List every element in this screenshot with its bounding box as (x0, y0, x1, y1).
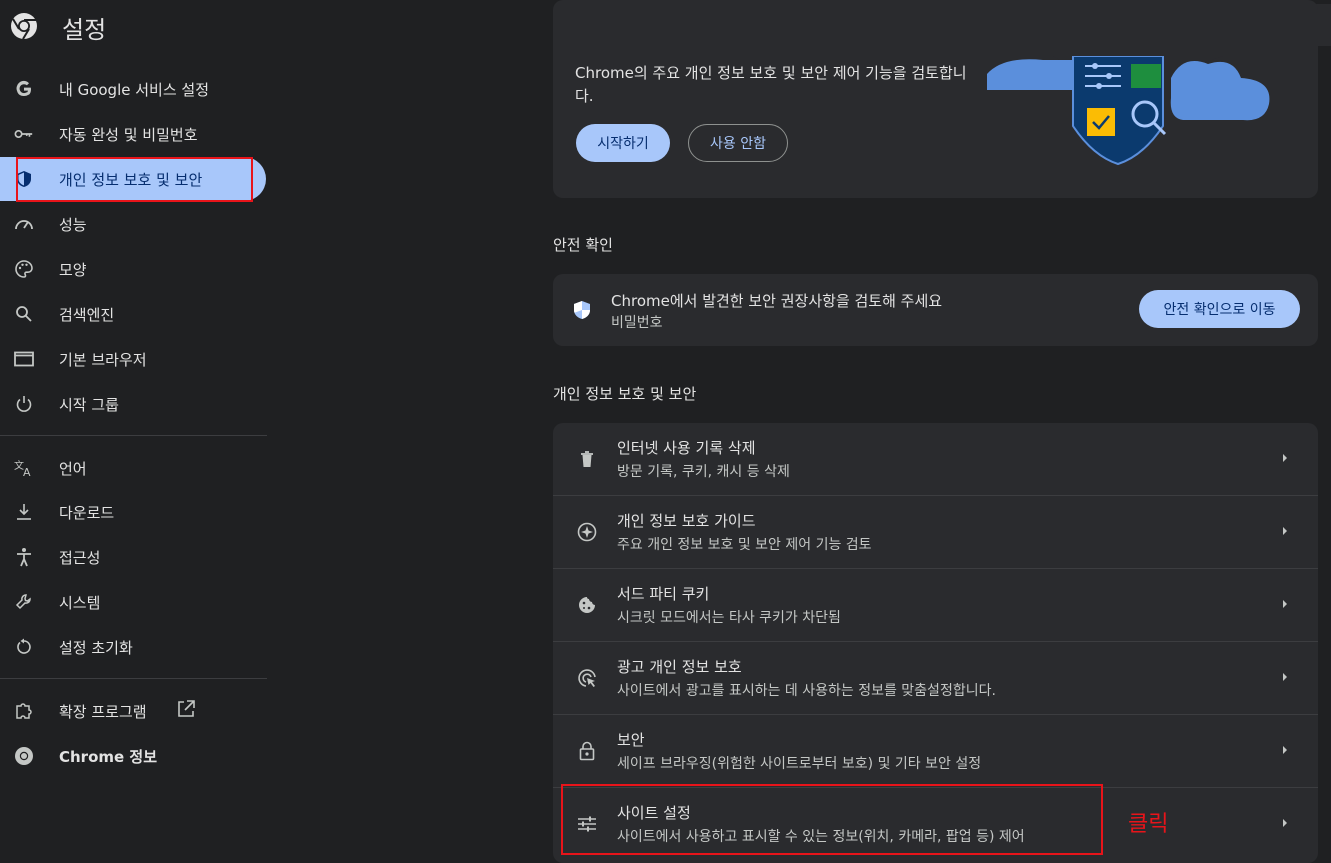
sidebar-item-autofill[interactable]: 자동 완성 및 비밀번호 (0, 112, 266, 156)
sliders-icon (577, 814, 597, 834)
safety-check-card: Chrome에서 발견한 보안 권장사항을 검토해 주세요 비밀번호 안전 확인… (553, 274, 1318, 346)
palette-icon (14, 259, 34, 279)
open-in-new-icon (176, 699, 196, 723)
cookie-icon (577, 595, 597, 615)
dismiss-button[interactable]: 사용 안함 (688, 124, 788, 162)
puzzle-icon (14, 701, 34, 721)
shield-check-icon (574, 301, 590, 319)
wrench-icon (14, 592, 34, 612)
sidebar-item-on-startup[interactable]: 시작 그룹 (0, 382, 266, 426)
shield-icon (14, 169, 34, 189)
sidebar-item-label: 확장 프로그램 (59, 702, 147, 721)
promo-text: Chrome의 주요 개인 정보 보호 및 보안 제어 기능을 검토합니다. (575, 64, 967, 105)
sidebar-item-google-services[interactable]: 내 Google 서비스 설정 (0, 67, 266, 111)
chrome-logo-icon (11, 13, 37, 40)
chevron-right-icon (1283, 746, 1287, 754)
row-subtitle: 방문 기록, 쿠키, 캐시 등 삭제 (617, 464, 790, 480)
chevron-right-icon (1283, 600, 1287, 608)
row-subtitle: 세이프 브라우징(위험한 사이트로부터 보호) 및 기타 보안 설정 (617, 756, 982, 772)
sidebar-item-label: 시작 그룹 (59, 395, 119, 414)
page-title: 설정 (62, 16, 107, 44)
row-subtitle: 사이트에서 광고를 표시하는 데 사용하는 정보를 맞춤설정합니다. (617, 683, 996, 699)
row-security[interactable]: 보안 세이프 브라우징(위험한 사이트로부터 보호) 및 기타 보안 설정 (553, 714, 1318, 786)
sidebar-divider (0, 678, 267, 679)
chevron-right-icon (1283, 673, 1287, 681)
safety-check-subtitle: 비밀번호 (611, 315, 663, 331)
sidebar-item-label: 다운로드 (59, 503, 115, 522)
reset-icon (14, 637, 34, 657)
sidebar-item-label: 성능 (59, 215, 87, 234)
sidebar-item-label: 자동 완성 및 비밀번호 (59, 125, 198, 144)
chrome-icon (14, 746, 34, 766)
lock-icon (577, 741, 597, 761)
row-ad-privacy[interactable]: 광고 개인 정보 보호 사이트에서 광고를 표시하는 데 사용하는 정보를 맞춤… (553, 641, 1318, 713)
row-clear-browsing-data[interactable]: 인터넷 사용 기록 삭제 방문 기록, 쿠키, 캐시 등 삭제 (553, 423, 1318, 495)
privacy-section-title: 개인 정보 보호 및 보안 (553, 385, 697, 403)
sidebar-item-label: 시스템 (59, 593, 101, 612)
row-title: 사이트 설정 (617, 804, 691, 822)
sidebar-item-label: 기본 브라우저 (59, 350, 147, 369)
accessibility-icon (14, 547, 34, 567)
privacy-illustration (983, 56, 1283, 176)
sidebar-item-privacy[interactable]: 개인 정보 보호 및 보안 (0, 157, 266, 201)
go-to-safety-check-button[interactable]: 안전 확인으로 이동 (1139, 290, 1300, 328)
sidebar-item-reset-settings[interactable]: 설정 초기화 (0, 625, 266, 669)
sidebar-item-default-browser[interactable]: 기본 브라우저 (0, 337, 266, 381)
translate-icon: 文A (14, 458, 34, 478)
chevron-right-icon (1283, 819, 1287, 827)
power-icon (14, 394, 34, 414)
chevron-right-icon (1283, 454, 1287, 462)
sidebar-item-label: 언어 (59, 459, 87, 478)
row-subtitle: 사이트에서 사용하고 표시할 수 있는 정보(위치, 카메라, 팝업 등) 제어 (617, 829, 1025, 845)
sidebar-item-label: 내 Google 서비스 설정 (59, 80, 210, 99)
sidebar: 내 Google 서비스 설정 자동 완성 및 비밀번호 개인 정보 보호 및 … (0, 56, 268, 856)
row-title: 서드 파티 쿠키 (617, 585, 710, 603)
annotation-click-label: 클릭 (1128, 812, 1169, 837)
download-icon (14, 502, 34, 522)
sidebar-item-label: 검색엔진 (59, 305, 115, 324)
sidebar-item-label: 개인 정보 보호 및 보안 (59, 170, 203, 189)
sidebar-item-label: 접근성 (59, 548, 101, 567)
row-privacy-guide[interactable]: 개인 정보 보호 가이드 주요 개인 정보 보호 및 보안 제어 기능 검토 (553, 495, 1318, 567)
browser-window-icon (14, 349, 34, 369)
key-icon (14, 124, 34, 144)
sidebar-item-system[interactable]: 시스템 (0, 580, 266, 624)
sidebar-item-label: 설정 초기화 (59, 638, 133, 657)
svg-text:A: A (23, 466, 31, 477)
sidebar-divider (0, 435, 267, 436)
sidebar-item-languages[interactable]: 文A 언어 (0, 446, 266, 490)
sidebar-item-label: Chrome 정보 (59, 747, 158, 766)
trash-icon (577, 449, 597, 469)
safety-check-section-title: 안전 확인 (553, 236, 613, 254)
sidebar-item-label: 모양 (59, 260, 87, 279)
privacy-guide-promo-card: Chrome의 주요 개인 정보 보호 및 보안 제어 기능을 검토합니다. 시… (553, 0, 1318, 198)
ad-privacy-icon (577, 668, 597, 688)
row-title: 개인 정보 보호 가이드 (617, 512, 756, 530)
speedometer-icon (14, 214, 34, 234)
sidebar-item-appearance[interactable]: 모양 (0, 247, 266, 291)
privacy-settings-card: 인터넷 사용 기록 삭제 방문 기록, 쿠키, 캐시 등 삭제 개인 정보 보호… (553, 423, 1318, 863)
sidebar-item-extensions[interactable]: 확장 프로그램 (0, 689, 266, 733)
search-icon (14, 304, 34, 324)
row-title: 보안 (617, 731, 645, 749)
row-site-settings[interactable]: 사이트 설정 사이트에서 사용하고 표시할 수 있는 정보(위치, 카메라, 팝… (553, 787, 1318, 859)
sidebar-item-downloads[interactable]: 다운로드 (0, 490, 266, 534)
sidebar-item-performance[interactable]: 성능 (0, 202, 266, 246)
start-button[interactable]: 시작하기 (576, 124, 670, 162)
row-title: 인터넷 사용 기록 삭제 (617, 439, 756, 457)
row-third-party-cookies[interactable]: 서드 파티 쿠키 시크릿 모드에서는 타사 쿠키가 차단됨 (553, 568, 1318, 640)
safety-check-title: Chrome에서 발견한 보안 권장사항을 검토해 주세요 (611, 292, 943, 310)
sidebar-item-search-engine[interactable]: 검색엔진 (0, 292, 266, 336)
row-subtitle: 주요 개인 정보 보호 및 보안 제어 기능 검토 (617, 537, 872, 553)
row-subtitle: 시크릿 모드에서는 타사 쿠키가 차단됨 (617, 610, 841, 626)
google-icon (14, 79, 34, 99)
sidebar-item-about-chrome[interactable]: Chrome 정보 (0, 734, 266, 778)
sidebar-item-accessibility[interactable]: 접근성 (0, 535, 266, 579)
row-title: 광고 개인 정보 보호 (617, 658, 742, 676)
compass-icon (577, 522, 597, 542)
chevron-right-icon (1283, 527, 1287, 535)
